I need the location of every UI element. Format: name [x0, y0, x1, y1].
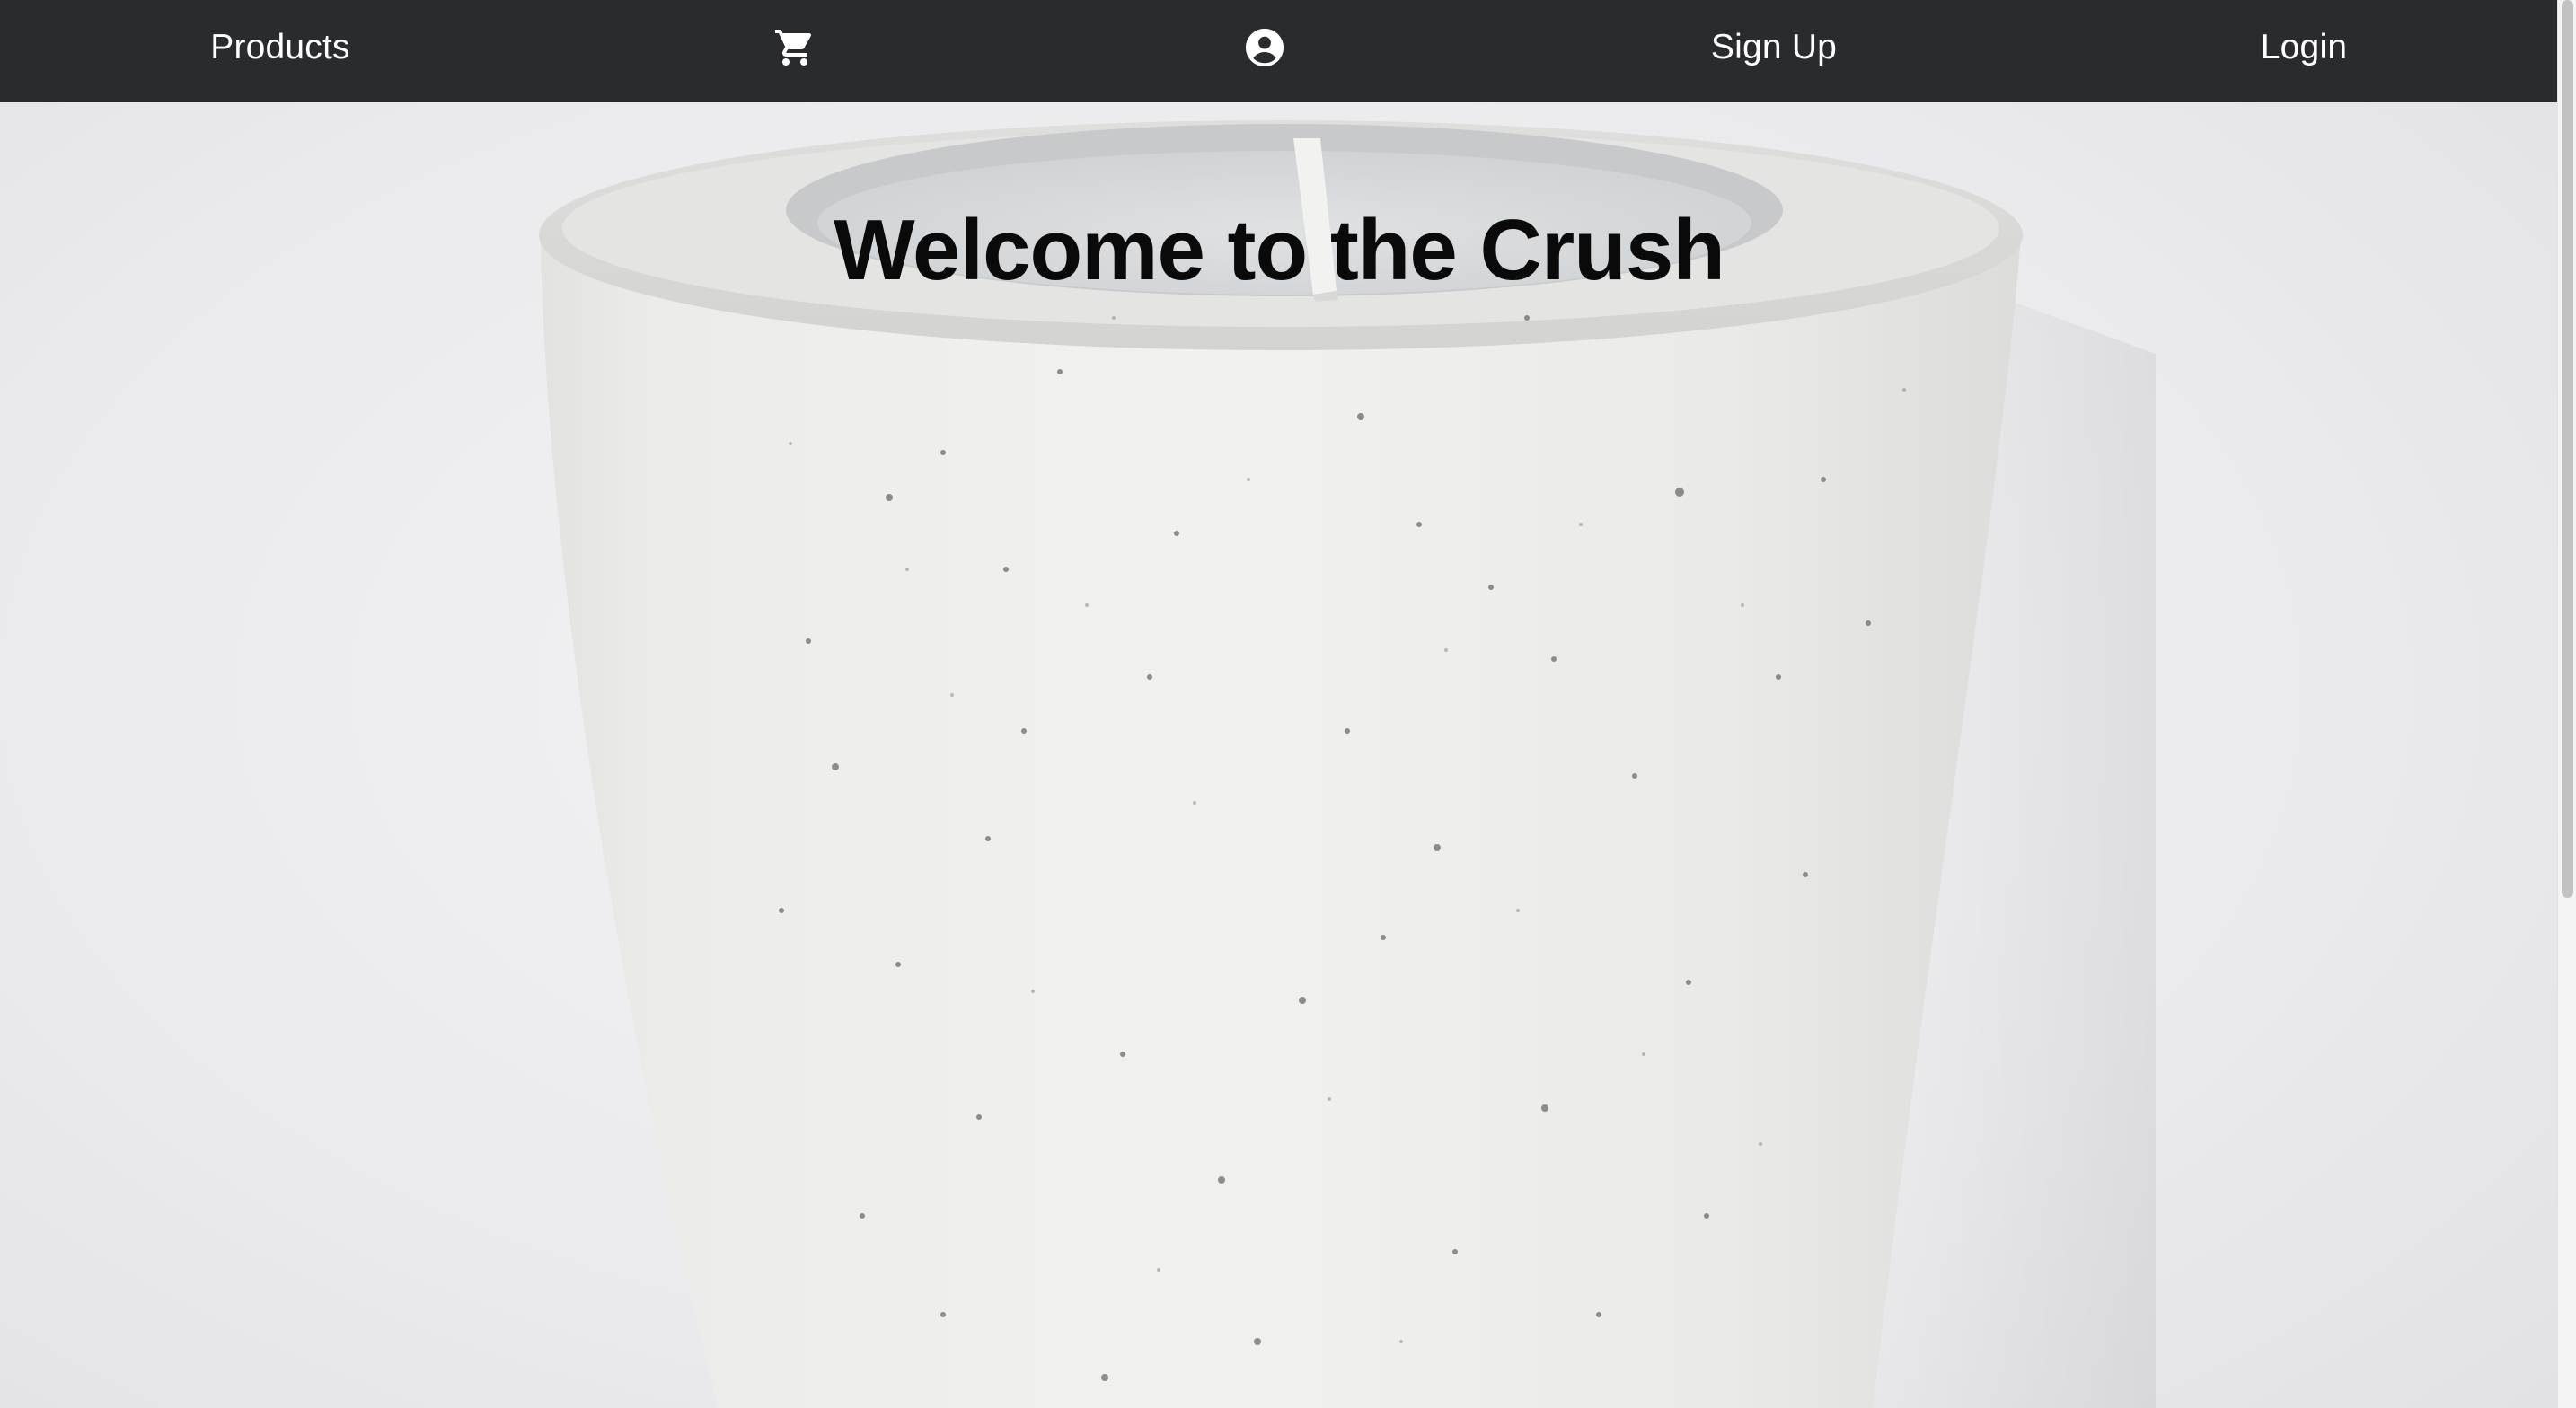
nav-signup-link[interactable]: Sign Up	[1689, 0, 1859, 95]
nav-account-link[interactable]	[1238, 0, 1292, 95]
hero-title: Welcome to the Crush	[834, 202, 1725, 299]
page-scrollbar[interactable]	[2557, 0, 2576, 1408]
nav-products-label: Products	[210, 28, 350, 66]
nav-products-link[interactable]: Products	[190, 0, 370, 95]
shopping-cart-icon	[775, 30, 812, 66]
hero-section: Welcome to the Crush	[0, 102, 2558, 1408]
nav-login-label: Login	[2260, 28, 2348, 66]
nav-login-link[interactable]: Login	[2245, 0, 2362, 95]
nav-signup-label: Sign Up	[1710, 28, 1838, 66]
user-circle-icon	[1245, 28, 1284, 67]
top-navbar: Products Sign Up Login	[0, 0, 2558, 102]
nav-cart-link[interactable]	[768, 0, 822, 95]
page: Products Sign Up Login Welcome to the Cr…	[0, 0, 2576, 1408]
scrollbar-thumb[interactable]	[2562, 0, 2573, 898]
